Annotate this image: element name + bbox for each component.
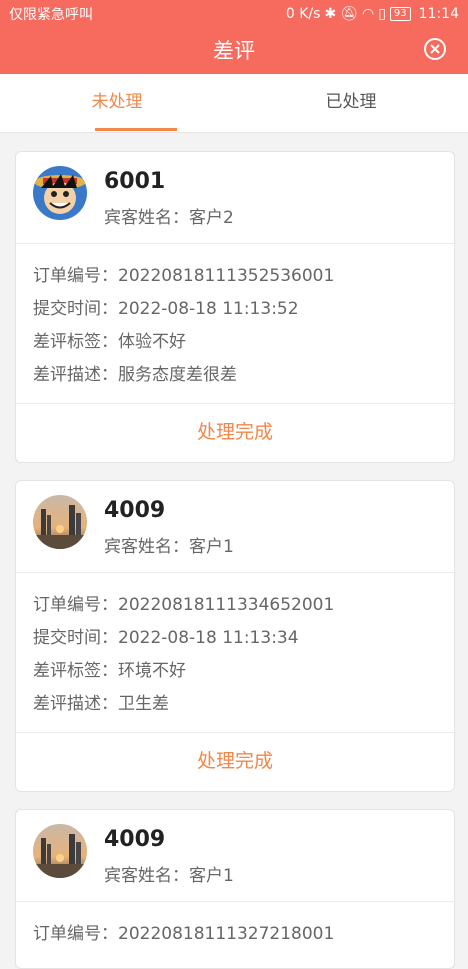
sim-icon: ▯ [378,6,386,22]
submit-time: 提交时间：2022-08-18 11:13:52 [33,299,299,319]
network-speed: 0 K/s [285,6,321,22]
close-icon [430,44,440,54]
review-card: 4009 宾客姓名：客户1 订单编号：20220818111327218001 [15,809,455,969]
avatar-cartoon-image [33,166,87,220]
avatar [33,824,87,878]
review-tag: 差评标签：体验不好 [33,332,186,352]
clock: 11:14 [418,6,459,22]
complete-button[interactable]: 处理完成 [16,404,454,462]
review-tag: 差评标签：环境不好 [33,661,186,681]
avatar-cityscape-image [33,824,87,878]
order-number: 订单编号：20220818111352536001 [33,266,335,286]
review-card: 6001 宾客姓名：客户2 订单编号：20220818111352536001 … [15,151,455,463]
carrier-text: 仅限紧急呼叫 [9,7,93,23]
card-header: 6001 宾客姓名：客户2 [16,152,454,244]
review-description: 差评描述：卫生差 [33,694,169,714]
card-details: 订单编号：20220818111352536001 提交时间：2022-08-1… [16,244,454,404]
mute-icon: 🔕︎ [340,6,358,22]
room-number: 4009 [104,498,166,523]
order-number: 订单编号：20220818111327218001 [33,924,335,944]
complete-button[interactable]: 处理完成 [16,733,454,791]
review-description: 差评描述：服务态度差很差 [33,365,237,385]
tab-processed[interactable]: 已处理 [234,74,468,132]
bluetooth-icon: ✱ [324,6,337,22]
card-header: 4009 宾客姓名：客户1 [16,810,454,902]
guest-name: 宾客姓名：客户1 [104,866,234,886]
avatar [33,495,87,549]
wifi-icon: ◠ [361,6,375,22]
status-icons: 0 K/s ✱ 🔕︎ ◠ ▯ 93 11:14 [286,6,459,22]
app-header: 差评 [0,28,468,74]
tab-bar: 未处理 已处理 [0,74,468,133]
guest-name: 宾客姓名：客户2 [104,208,234,228]
order-number: 订单编号：20220818111334652001 [33,595,335,615]
guest-name: 宾客姓名：客户1 [104,537,234,557]
battery-icon: 93 [389,7,411,21]
close-button[interactable] [424,38,446,60]
status-bar: 仅限紧急呼叫 0 K/s ✱ 🔕︎ ◠ ▯ 93 11:14 [0,0,468,28]
avatar [33,166,87,220]
card-details: 订单编号：20220818111334652001 提交时间：2022-08-1… [16,573,454,733]
room-number: 4009 [104,827,166,852]
tab-unprocessed[interactable]: 未处理 [0,74,234,132]
card-details: 订单编号：20220818111327218001 [16,902,454,962]
review-card: 4009 宾客姓名：客户1 订单编号：20220818111334652001 … [15,480,455,792]
page-title: 差评 [213,39,255,63]
room-number: 6001 [104,169,166,194]
submit-time: 提交时间：2022-08-18 11:13:34 [33,628,299,648]
card-header: 4009 宾客姓名：客户1 [16,481,454,573]
avatar-cityscape-image [33,495,87,549]
